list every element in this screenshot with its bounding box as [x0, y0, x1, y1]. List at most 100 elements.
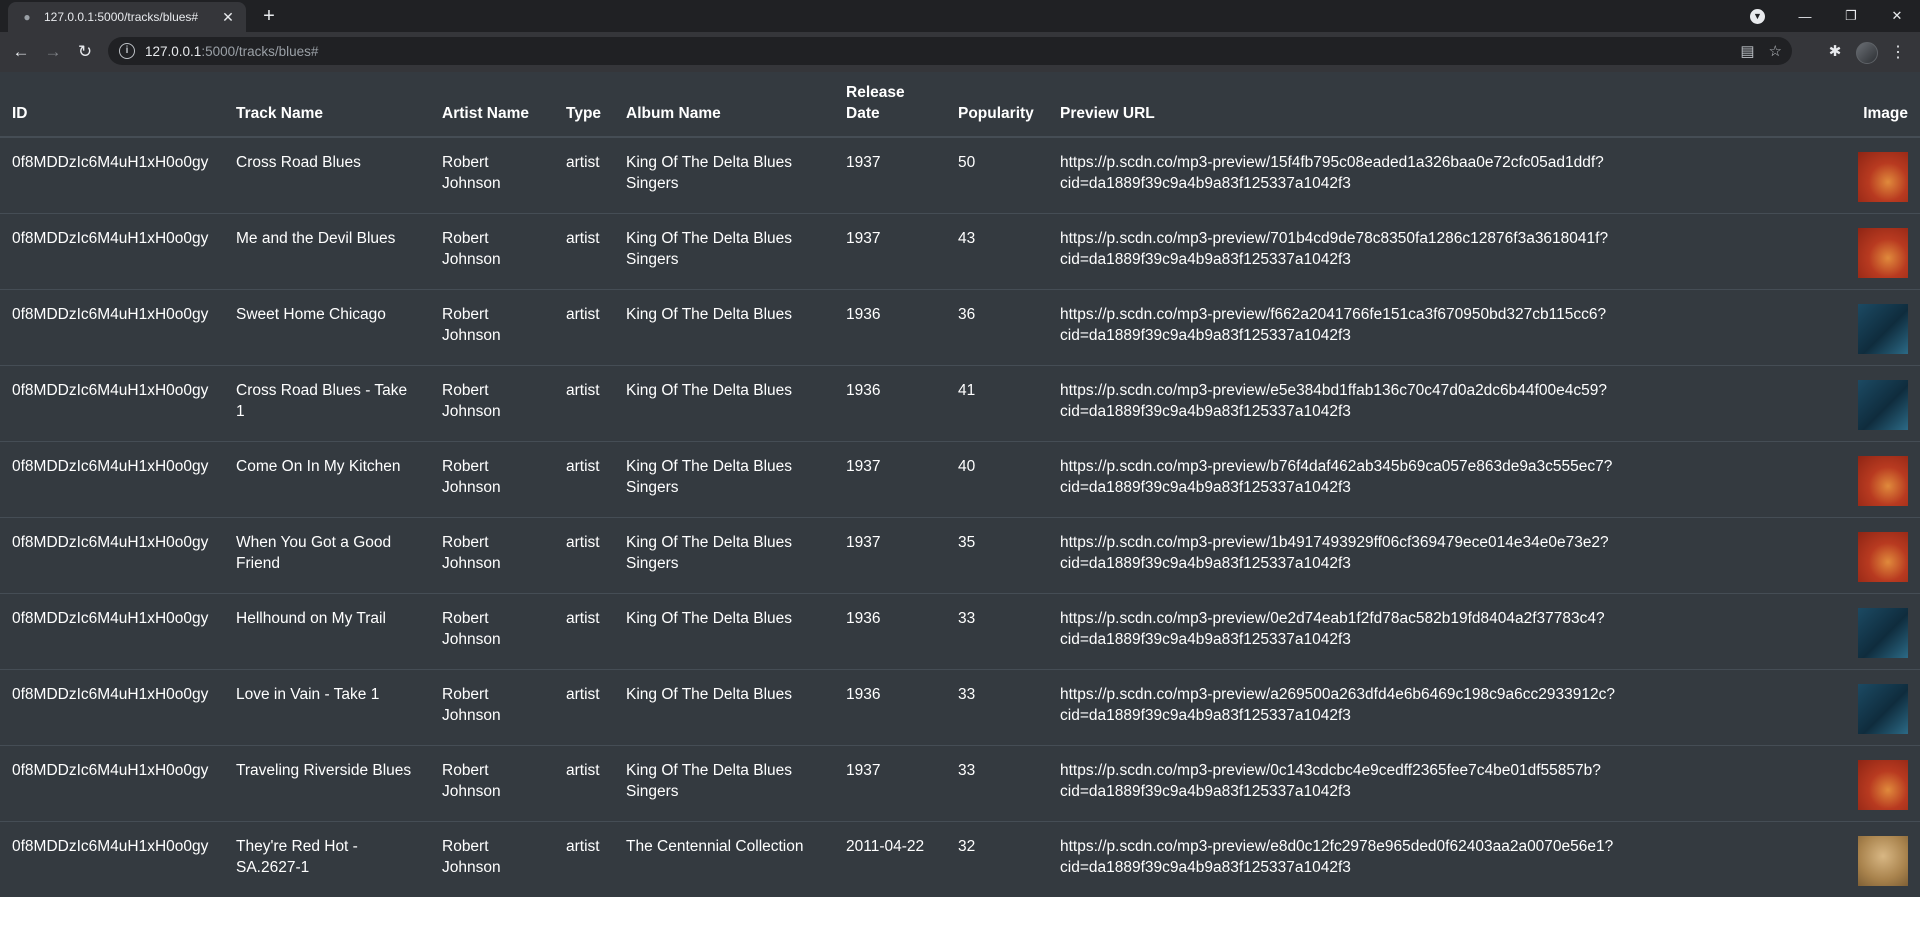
table-body: 0f8MDDzIc6M4uH1xH0o0gy Cross Road Blues Ro…	[0, 137, 1920, 897]
cell-id: 0f8MDDzIc6M4uH1xH0o0gy	[12, 154, 209, 171]
cell-artist-name: Robert Johnson	[430, 365, 554, 442]
cell-type: artist	[554, 213, 614, 290]
globe-icon: ●	[23, 10, 31, 24]
window-controls: — ❐ ✕	[1782, 0, 1920, 32]
cell-type: artist	[554, 289, 614, 366]
cell-preview-url: https://p.scdn.co/mp3-preview/f662a20417…	[1048, 289, 1846, 366]
browser-tab[interactable]: ● 127.0.0.1:5000/tracks/blues# ✕	[8, 2, 246, 32]
cell-type: artist	[566, 154, 600, 171]
cell-artist-name: Robert Johnson	[430, 213, 554, 290]
close-window-icon[interactable]: ✕	[1874, 8, 1920, 24]
cell-id: 0f8MDDzIc6M4uH1xH0o0gy	[0, 365, 224, 442]
cell-album-name: The Centennial Collection	[614, 821, 834, 897]
cell-image	[1846, 669, 1920, 746]
cell-release-date: 2011-04-22	[834, 821, 946, 897]
cell-id: 0f8MDDzIc6M4uH1xH0o0gy	[0, 441, 224, 518]
header-type: Type	[554, 72, 614, 138]
url-text[interactable]: 127.0.0.1:5000/tracks/blues#	[145, 44, 318, 59]
cell-artist-name: Robert Johnson	[442, 154, 501, 192]
minimize-icon[interactable]: —	[1782, 9, 1828, 24]
cell-type: artist	[554, 365, 614, 442]
address-bar[interactable]: i 127.0.0.1:5000/tracks/blues# ▤ ☆	[108, 37, 1792, 65]
cell-type: artist	[554, 593, 614, 670]
album-cover-image	[1858, 836, 1908, 886]
bookmark-star-icon[interactable]: ☆	[1769, 42, 1782, 60]
cell-id: 0f8MDDzIc6M4uH1xH0o0gy	[0, 593, 224, 670]
cell-release-date: 1937	[834, 213, 946, 290]
cell-preview-url: https://p.scdn.co/mp3-preview/e5e384bd1f…	[1048, 365, 1846, 442]
cell-popularity: 40	[946, 441, 1048, 518]
cell-popularity: 33	[946, 593, 1048, 670]
cell-type: artist	[554, 441, 614, 518]
cell-album-name: King Of The Delta Blues Singers	[614, 441, 834, 518]
cell-artist-name: Robert Johnson	[430, 821, 554, 897]
cell-track-name: Me and the Devil Blues	[224, 213, 430, 290]
cell-image	[1846, 137, 1920, 214]
cell-artist-name: Robert Johnson	[430, 745, 554, 822]
cell-popularity: 36	[946, 289, 1048, 366]
cell-id: 0f8MDDzIc6M4uH1xH0o0gy	[0, 745, 224, 822]
header-id: ID	[0, 72, 224, 138]
cell-image	[1846, 593, 1920, 670]
cell-release-date: 1937	[834, 441, 946, 518]
reload-icon[interactable]: ↻	[74, 41, 96, 63]
extensions-icon[interactable]: ✱	[1822, 42, 1848, 60]
cell-type: artist	[554, 745, 614, 822]
table-row: 0f8MDDzIc6M4uH1xH0o0gy Cross Road Blues Ro…	[0, 137, 1920, 214]
tab-title: 127.0.0.1:5000/tracks/blues#	[44, 10, 199, 24]
close-tab-icon[interactable]: ✕	[218, 9, 238, 26]
header-album-name: Album Name	[614, 72, 834, 138]
album-cover-image	[1858, 304, 1908, 354]
cell-preview-url: https://p.scdn.co/mp3-preview/1b49174939…	[1048, 517, 1846, 594]
header-popularity: Popularity	[946, 72, 1048, 138]
tab-strip: ● 127.0.0.1:5000/tracks/blues# ✕ + ▼ — ❐…	[0, 0, 1920, 32]
tab-search-icon[interactable]: ▼	[1750, 9, 1765, 24]
cell-track-name: Hellhound on My Trail	[224, 593, 430, 670]
cell-image	[1846, 289, 1920, 366]
cell-image	[1846, 365, 1920, 442]
menu-icon[interactable]: ⋮	[1890, 42, 1906, 62]
cell-image	[1846, 517, 1920, 594]
page-content: ID Track Name Artist Name Type Album Nam…	[0, 72, 1920, 897]
table-row: 0f8MDDzIc6M4uH1xH0o0gy Come On In My Kitc…	[0, 441, 1920, 518]
album-cover-image	[1858, 684, 1908, 734]
header-artist-name: Artist Name	[430, 72, 554, 138]
cell-release-date: 1936	[834, 289, 946, 366]
cell-popularity: 50	[958, 154, 976, 171]
cell-artist-name: Robert Johnson	[430, 441, 554, 518]
tracks-table: ID Track Name Artist Name Type Album Nam…	[0, 72, 1920, 897]
back-icon[interactable]: ←	[10, 41, 32, 63]
cell-preview-url: https://p.scdn.co/mp3-preview/a269500a26…	[1048, 669, 1846, 746]
profile-avatar[interactable]	[1856, 42, 1878, 64]
cell-preview-url: https://p.scdn.co/mp3-preview/e8d0c12fc2…	[1048, 821, 1846, 897]
cell-id: 0f8MDDzIc6M4uH1xH0o0gy	[0, 821, 224, 897]
cell-image	[1846, 745, 1920, 822]
new-tab-button[interactable]: +	[258, 6, 280, 26]
cell-preview-url: https://p.scdn.co/mp3-preview/0c143cdcbc…	[1048, 745, 1846, 822]
album-cover-image	[1858, 152, 1908, 202]
cell-image	[1846, 441, 1920, 518]
cell-popularity: 33	[946, 745, 1048, 822]
cell-image	[1846, 213, 1920, 290]
forward-icon[interactable]: →	[42, 41, 64, 63]
cell-track-name: Cross Road Blues - Take 1	[224, 365, 430, 442]
cell-artist-name: Robert Johnson	[430, 593, 554, 670]
album-cover-image	[1858, 456, 1908, 506]
cell-type: artist	[554, 821, 614, 897]
cell-release-date: 1937	[834, 517, 946, 594]
cell-popularity: 43	[946, 213, 1048, 290]
cell-release-date: 1936	[834, 669, 946, 746]
restore-icon[interactable]: ❐	[1828, 8, 1874, 24]
cell-album-name: King Of The Delta Blues Singers	[614, 517, 834, 594]
album-cover-image	[1858, 532, 1908, 582]
cell-preview-url: https://p.scdn.co/mp3-preview/0e2d74eab1…	[1048, 593, 1846, 670]
translate-icon[interactable]: ▤	[1740, 42, 1754, 60]
cell-id: 0f8MDDzIc6M4uH1xH0o0gy	[0, 669, 224, 746]
table-row: 0f8MDDzIc6M4uH1xH0o0gy Hellhound on My Tr…	[0, 593, 1920, 670]
cell-track-name: Sweet Home Chicago	[224, 289, 430, 366]
info-icon[interactable]: i	[119, 43, 135, 59]
header-track-name: Track Name	[224, 72, 430, 138]
header-preview-url: Preview URL	[1048, 72, 1846, 138]
cell-album-name: King Of The Delta Blues	[614, 669, 834, 746]
album-cover-image	[1858, 760, 1908, 810]
